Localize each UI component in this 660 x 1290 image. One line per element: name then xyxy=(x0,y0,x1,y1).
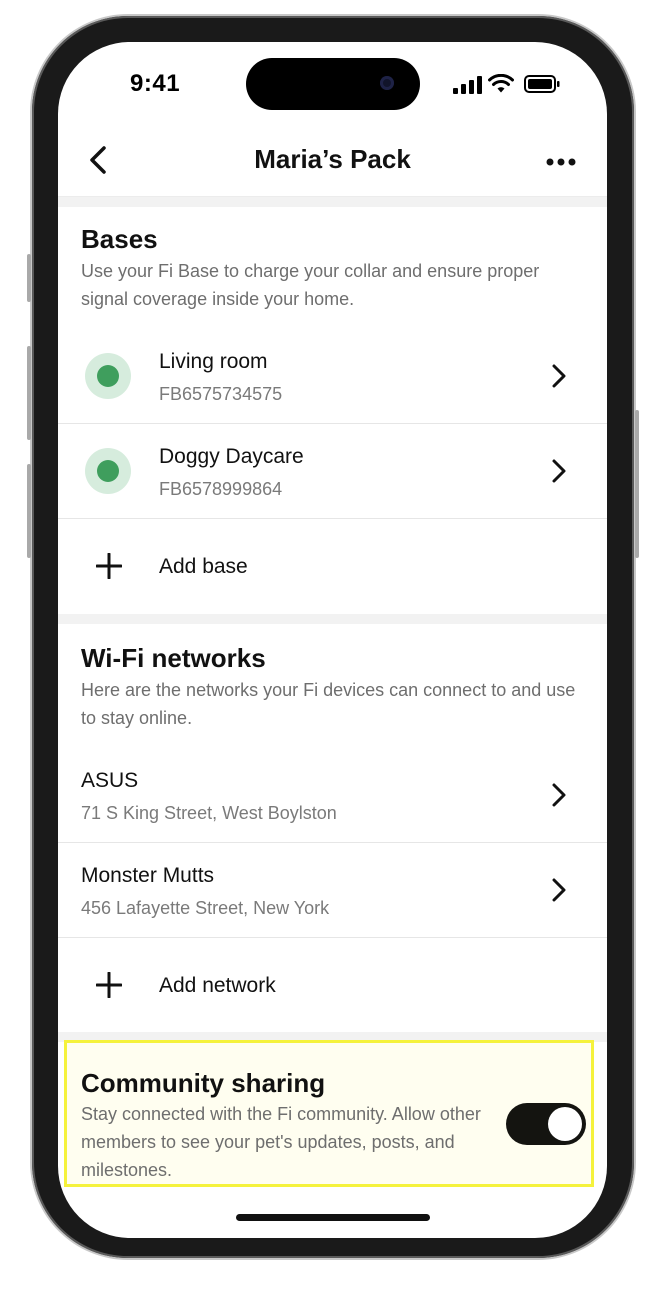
camera-icon xyxy=(380,76,394,90)
add-network-button[interactable]: Add network xyxy=(58,938,607,1032)
base-status-indicator xyxy=(85,353,131,399)
wifi-item-monster-mutts[interactable]: Monster Mutts 456 Lafayette Street, New … xyxy=(58,843,607,938)
online-dot-icon xyxy=(97,460,119,482)
wifi-title: Wi-Fi networks xyxy=(81,643,266,673)
volume-down-button xyxy=(27,464,31,558)
base-serial: FB6578999864 xyxy=(159,479,283,499)
online-dot-icon xyxy=(97,365,119,387)
base-item-living-room[interactable]: Living room FB6575734575 xyxy=(58,329,607,424)
bases-title: Bases xyxy=(81,224,158,254)
cellular-signal-icon xyxy=(453,76,482,94)
add-base-button[interactable]: Add base xyxy=(58,519,607,613)
wifi-icon xyxy=(488,74,514,93)
plus-icon xyxy=(96,972,122,998)
add-base-label: Add base xyxy=(159,555,248,578)
dynamic-island xyxy=(246,58,420,110)
power-button xyxy=(635,410,639,558)
wifi-network-name: Monster Mutts xyxy=(81,864,215,887)
chevron-right-icon xyxy=(552,878,566,902)
wifi-item-asus[interactable]: ASUS 71 S King Street, West Boylston xyxy=(58,748,607,843)
page-title: Maria’s Pack xyxy=(254,144,411,174)
community-title: Community sharing xyxy=(81,1068,326,1098)
base-item-doggy-daycare[interactable]: Doggy Daycare FB6578999864 xyxy=(58,424,607,519)
chevron-right-icon xyxy=(552,364,566,388)
wifi-description: Here are the networks your Fi devices ca… xyxy=(81,680,576,728)
wifi-network-address: 456 Lafayette Street, New York xyxy=(81,898,330,918)
section-divider xyxy=(58,614,607,624)
add-network-label: Add network xyxy=(159,974,276,997)
wifi-network-address: 71 S King Street, West Boylston xyxy=(81,803,337,823)
nav-bar: Maria’s Pack xyxy=(58,126,607,197)
community-description: Stay connected with the Fi community. Al… xyxy=(81,1104,481,1180)
base-name: Doggy Daycare xyxy=(159,445,304,468)
wifi-network-name: ASUS xyxy=(81,769,139,792)
chevron-right-icon xyxy=(552,459,566,483)
base-status-indicator xyxy=(85,448,131,494)
chevron-right-icon xyxy=(552,783,566,807)
bases-description: Use your Fi Base to charge your collar a… xyxy=(81,261,540,309)
home-indicator[interactable] xyxy=(236,1214,430,1221)
status-bar: 9:41 xyxy=(58,42,607,126)
app-screen: 9:41 Maria’s Pack Bases Use your Fi Base… xyxy=(58,42,607,1238)
battery-icon xyxy=(524,75,560,93)
toggle-knob xyxy=(548,1107,582,1141)
base-name: Living room xyxy=(159,350,268,373)
community-sharing-toggle[interactable] xyxy=(506,1103,586,1145)
plus-icon xyxy=(96,553,122,579)
action-button xyxy=(27,254,31,302)
status-time: 9:41 xyxy=(130,70,181,97)
base-serial: FB6575734575 xyxy=(159,384,283,404)
volume-up-button xyxy=(27,346,31,440)
section-divider xyxy=(58,197,607,207)
more-options-icon[interactable] xyxy=(543,144,579,180)
